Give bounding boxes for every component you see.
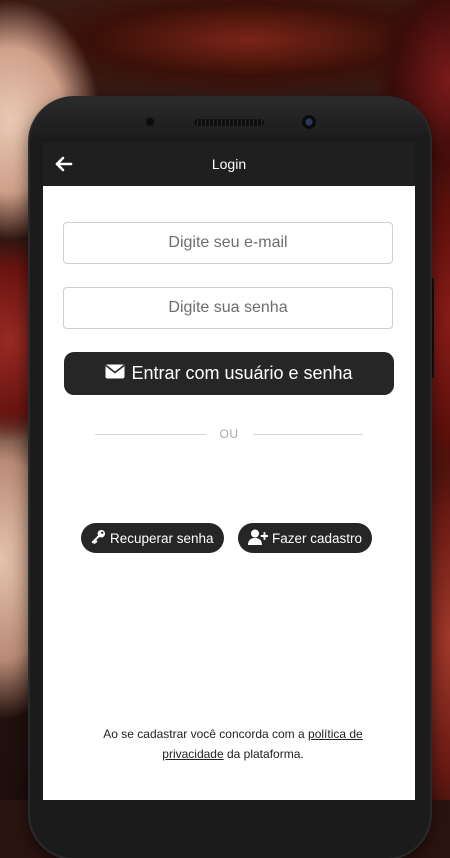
login-button[interactable]: Entrar com usuário e senha <box>64 352 394 395</box>
envelope-icon <box>105 363 125 384</box>
back-arrow-icon[interactable] <box>53 153 75 175</box>
sensor-icon <box>144 116 156 128</box>
app-bar: Login <box>43 142 415 186</box>
login-button-label: Entrar com usuário e senha <box>131 363 353 383</box>
phone-top-bezel <box>30 98 430 142</box>
divider-line-right <box>252 433 363 435</box>
speaker-grille <box>194 119 264 126</box>
terms-prefix: Ao se cadastrar você concorda com a <box>103 727 309 741</box>
or-divider: OU <box>95 426 363 442</box>
password-input[interactable] <box>63 287 393 329</box>
phone-side-button <box>430 278 434 378</box>
email-input[interactable] <box>63 222 393 264</box>
signup-button[interactable]: Fazer cadastro <box>238 523 373 553</box>
terms-text: Ao se cadastrar você concorda com a polí… <box>83 724 383 764</box>
recover-password-button[interactable]: Recuperar senha <box>81 523 224 553</box>
divider-text: OU <box>219 427 239 441</box>
terms-suffix: da plataforma. <box>223 747 304 761</box>
signup-label: Fazer cadastro <box>272 530 363 546</box>
user-plus-icon <box>248 529 269 548</box>
divider-line-left <box>95 433 206 435</box>
front-camera-icon <box>302 115 316 129</box>
recover-password-label: Recuperar senha <box>110 530 214 546</box>
app-screen: Login Entrar com usuário e senha OU Recu… <box>43 142 415 800</box>
key-icon <box>91 529 106 547</box>
page-title: Login <box>211 156 247 172</box>
